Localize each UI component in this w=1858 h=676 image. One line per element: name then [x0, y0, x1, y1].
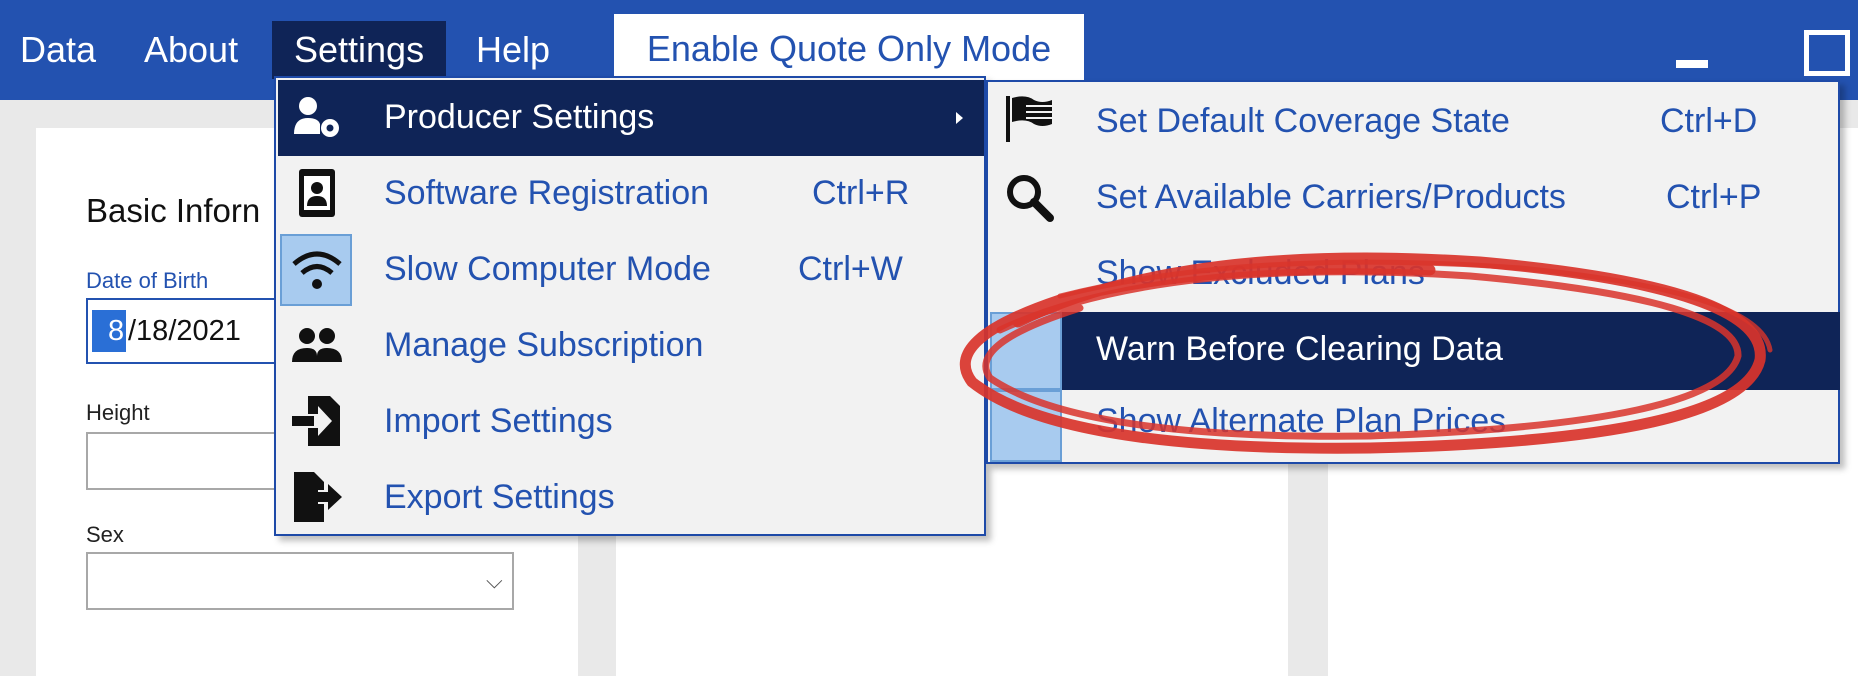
minimize-icon[interactable] — [1676, 60, 1708, 68]
shortcut-label: Ctrl+R — [812, 174, 910, 212]
menu-item-label: Producer Settings — [384, 98, 655, 136]
menu-item-manage-subscription[interactable]: Manage Subscription — [278, 310, 984, 386]
id-badge-icon — [299, 169, 335, 217]
menu-item-slow-computer-mode[interactable]: Slow Computer Mode Ctrl+W — [278, 234, 984, 310]
menu-item-label: Software Registration — [384, 174, 710, 212]
section-title: Basic Inforn — [86, 192, 261, 229]
users-icon — [292, 328, 342, 362]
user-gear-icon — [294, 97, 339, 137]
dob-value: /18/2021 — [128, 315, 241, 347]
menu-about[interactable]: About — [144, 21, 238, 79]
chevron-down-icon[interactable]: ⌵ — [486, 568, 503, 594]
menu-item-label: Show Excluded Plans — [1096, 254, 1425, 292]
wifi-icon — [292, 251, 342, 289]
checked-indicator — [990, 390, 1062, 462]
height-field[interactable] — [86, 432, 286, 490]
menu-item-label: Warn Before Clearing Data — [1096, 330, 1503, 368]
menu-item-software-registration[interactable]: Software Registration Ctrl+R — [278, 158, 984, 234]
menu-data[interactable]: Data — [20, 21, 96, 79]
menu-item-label: Export Settings — [384, 478, 615, 516]
file-import-icon — [292, 396, 340, 446]
sex-select[interactable] — [86, 552, 514, 610]
search-icon — [1007, 175, 1054, 222]
shortcut-label: Ctrl+D — [1660, 102, 1758, 140]
shortcut-label: Ctrl+P — [1666, 178, 1762, 216]
menu-item-label: Manage Subscription — [384, 326, 704, 364]
settings-dropdown: Producer Settings Software Registration … — [274, 76, 986, 536]
menu-item-producer-settings[interactable]: Producer Settings — [278, 80, 984, 156]
dob-label: Date of Birth — [86, 268, 209, 293]
menu-item-warn-before-clearing-data[interactable]: Warn Before Clearing Data — [990, 312, 1840, 390]
flag-icon — [1006, 96, 1052, 142]
menu-item-label: Show Alternate Plan Prices — [1096, 402, 1507, 440]
file-export-icon — [294, 472, 342, 522]
menu-item-label: Slow Computer Mode — [384, 250, 711, 288]
enable-quote-only-mode-button[interactable]: Enable Quote Only Mode — [614, 14, 1084, 84]
submenu-arrow-icon — [956, 112, 963, 124]
menu-item-set-available-carriers[interactable]: Set Available Carriers/Products Ctrl+P — [990, 162, 1840, 238]
menu-help[interactable]: Help — [476, 21, 550, 79]
menu-settings[interactable]: Settings — [272, 21, 447, 79]
shortcut-label: Ctrl+W — [798, 250, 903, 288]
menu-item-label: Import Settings — [384, 402, 613, 440]
menu-item-label: Set Available Carriers/Products — [1096, 178, 1566, 216]
maximize-icon[interactable] — [1804, 30, 1850, 76]
menu-item-show-excluded-plans[interactable]: Show Excluded Plans — [990, 238, 1840, 314]
sex-label: Sex — [86, 522, 124, 547]
dob-month-selected: 8 — [108, 315, 125, 347]
menu-item-import-settings[interactable]: Import Settings — [278, 386, 984, 462]
producer-settings-submenu: Set Default Coverage State Ctrl+D Set Av… — [986, 80, 1840, 464]
menu-item-export-settings[interactable]: Export Settings — [278, 462, 984, 538]
checked-indicator — [990, 312, 1062, 390]
menu-item-set-default-coverage-state[interactable]: Set Default Coverage State Ctrl+D — [990, 86, 1840, 162]
menu-item-show-alternate-plan-prices[interactable]: Show Alternate Plan Prices — [990, 390, 1840, 462]
height-label: Height — [86, 400, 150, 425]
menu-item-label: Set Default Coverage State — [1096, 102, 1510, 140]
